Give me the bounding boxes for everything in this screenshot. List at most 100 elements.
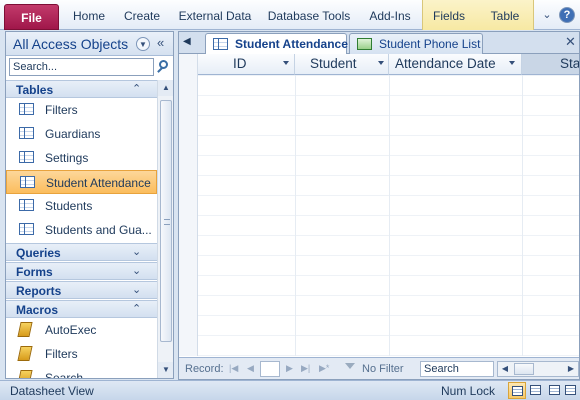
list-item-table[interactable]: Filters [6, 98, 157, 122]
column-header-label: Sta [560, 56, 580, 71]
search-input[interactable]: Search... [9, 58, 154, 76]
chevron-down-icon[interactable] [509, 61, 515, 65]
table-icon [213, 38, 228, 50]
navigation-pane-title[interactable]: All Access Objects [13, 36, 128, 52]
tab-label: Student Phone List [379, 37, 481, 51]
list-item-table[interactable]: Students [6, 194, 157, 218]
item-label: Students and Gua... [45, 223, 152, 237]
list-item-table-selected[interactable]: Student Attendance [6, 170, 157, 194]
scrollbar-thumb[interactable] [514, 363, 534, 375]
last-record-icon[interactable]: ▶| [301, 363, 310, 374]
form-icon [357, 38, 372, 50]
table-icon [19, 151, 34, 163]
tab-database-tools[interactable]: Database Tools [266, 0, 352, 30]
list-item-macro[interactable]: AutoExec [6, 318, 157, 342]
record-search-input[interactable]: Search [420, 361, 494, 377]
chevron-down-icon[interactable]: ▼ [136, 37, 150, 51]
tab-home[interactable]: Home [70, 0, 108, 30]
document-tab-bar: ◀ Student Phone List Student Attendance … [179, 32, 579, 55]
macro-icon [17, 370, 33, 378]
tab-fields[interactable]: Fields [428, 0, 470, 30]
tab-table[interactable]: Table [484, 0, 526, 30]
scroll-right-icon[interactable]: ▶ [564, 362, 578, 376]
column-divider [522, 75, 523, 356]
group-header-macros[interactable]: Macros ⌃ [6, 300, 157, 318]
record-selector-column[interactable] [179, 54, 198, 356]
scroll-down-icon[interactable]: ▼ [158, 362, 173, 378]
group-header-queries[interactable]: Queries ⌄ [6, 243, 157, 261]
group-label: Macros [16, 303, 59, 317]
item-label: Students [45, 199, 93, 213]
record-navigator: Record: |◀ ◀ ▶ ▶| ▶* No Filter Search ◀ … [179, 357, 579, 379]
num-lock-indicator: Num Lock [441, 384, 496, 398]
tab-student-attendance[interactable]: Student Attendance [205, 33, 348, 55]
item-label: Search [45, 371, 84, 379]
pivot-table-view-button[interactable] [527, 382, 545, 399]
navigation-pane-header: All Access Objects ▼ « [6, 32, 173, 56]
datasheet-view-icon [512, 386, 523, 396]
tab-create[interactable]: Create [120, 0, 164, 30]
scroll-up-icon[interactable]: ▲ [158, 80, 173, 96]
group-label: Tables [16, 83, 54, 97]
record-number-input[interactable] [260, 361, 280, 377]
first-record-icon[interactable]: |◀ [229, 363, 238, 374]
datasheet-view-button[interactable] [508, 382, 526, 399]
item-label: Filters [45, 103, 78, 117]
list-item-table[interactable]: Guardians [6, 122, 157, 146]
horizontal-scrollbar[interactable]: ◀ ▶ [497, 361, 579, 377]
chevron-down-icon[interactable] [378, 61, 384, 65]
column-header-status[interactable]: Sta [522, 54, 580, 75]
new-record-icon[interactable]: ▶* [319, 363, 329, 374]
search-icon[interactable] [156, 58, 172, 76]
column-header-attendance-date[interactable]: Attendance Date [389, 54, 522, 75]
help-icon[interactable]: ? [559, 7, 575, 23]
tab-scroll-left-icon[interactable]: ◀ [183, 36, 191, 47]
table-icon [19, 223, 34, 235]
double-chevron-up-icon[interactable]: ⌃ [132, 82, 141, 95]
double-chevron-down-icon[interactable]: ⌄ [132, 283, 141, 296]
minimize-ribbon-icon[interactable]: ⌄ [540, 8, 554, 22]
column-header-label: Attendance Date [395, 56, 496, 71]
close-icon[interactable]: ✕ [565, 34, 576, 50]
file-tab[interactable]: File [4, 4, 59, 30]
list-item-macro[interactable]: Filters [6, 342, 157, 366]
design-view-button[interactable] [562, 382, 580, 399]
group-label: Reports [16, 284, 62, 298]
list-item-macro[interactable]: Search [6, 366, 157, 379]
navigation-pane: All Access Objects ▼ « Search... Tables … [5, 31, 174, 379]
scrollbar-thumb[interactable] [160, 100, 172, 342]
list-item-table[interactable]: Settings [6, 146, 157, 170]
double-chevron-down-icon[interactable]: ⌄ [132, 264, 141, 277]
group-header-reports[interactable]: Reports ⌄ [6, 281, 157, 299]
pivot-table-icon [530, 385, 541, 395]
double-chevron-down-icon[interactable]: ⌄ [132, 245, 141, 258]
column-header-label: ID [233, 56, 247, 71]
column-header-label: Student [310, 56, 357, 71]
previous-record-icon[interactable]: ◀ [247, 363, 254, 374]
list-item-table[interactable]: Students and Gua... [6, 218, 157, 242]
item-label: Student Attendance [46, 176, 151, 190]
column-header-id[interactable]: ID [198, 54, 295, 75]
next-record-icon[interactable]: ▶ [286, 363, 293, 374]
no-filter-button[interactable]: No Filter [362, 363, 404, 375]
navigation-pane-scrollbar[interactable]: ▲ ▼ [157, 80, 173, 378]
item-label: Guardians [45, 127, 101, 141]
double-chevron-up-icon[interactable]: ⌃ [132, 302, 141, 315]
chevron-down-icon[interactable] [283, 61, 289, 65]
collapse-pane-icon[interactable]: « [157, 35, 164, 50]
table-icon [19, 103, 34, 115]
group-header-tables[interactable]: Tables ⌃ [6, 80, 157, 98]
item-label: AutoExec [45, 323, 97, 337]
tab-student-phone-list[interactable]: Student Phone List [349, 33, 483, 54]
column-divider [295, 75, 296, 356]
column-header-student[interactable]: Student [295, 54, 389, 75]
table-icon [19, 199, 34, 211]
scroll-left-icon[interactable]: ◀ [498, 362, 512, 376]
group-header-forms[interactable]: Forms ⌄ [6, 262, 157, 280]
tab-add-ins[interactable]: Add-Ins [366, 0, 414, 30]
status-bar: Datasheet View Num Lock [0, 380, 580, 400]
pivot-chart-icon [549, 385, 560, 395]
tab-external-data[interactable]: External Data [176, 0, 254, 30]
column-divider [389, 75, 390, 356]
datasheet-document: ◀ Student Phone List Student Attendance … [178, 31, 580, 380]
